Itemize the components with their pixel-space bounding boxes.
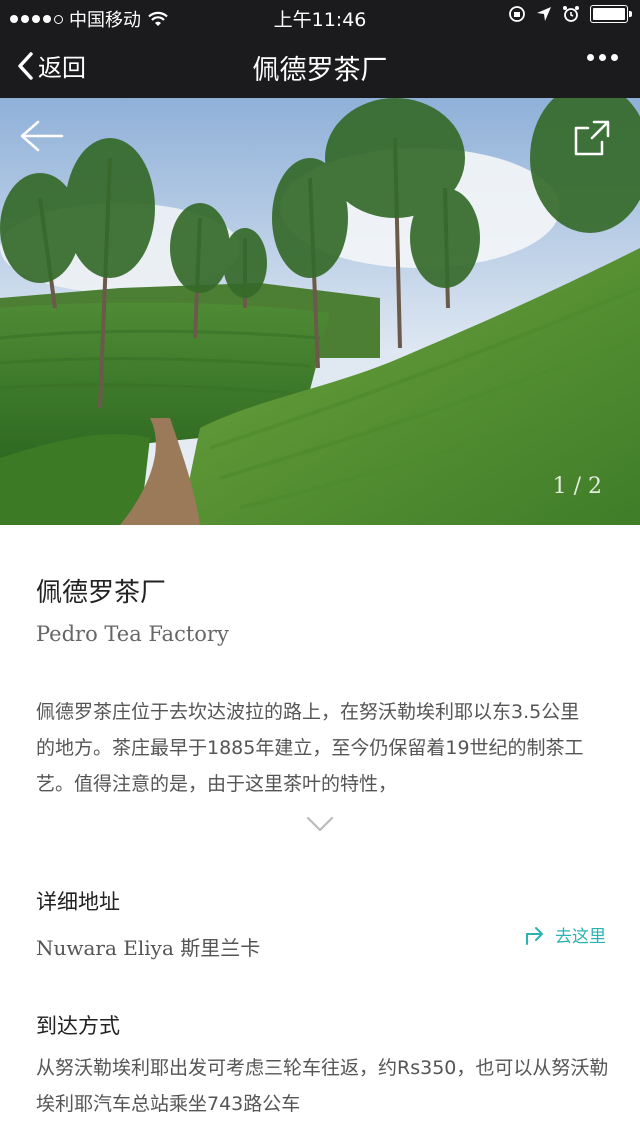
go-here-label: 去这里 bbox=[555, 927, 606, 947]
arrow-left-icon bbox=[20, 120, 64, 152]
chevron-down-icon bbox=[306, 816, 334, 832]
arrival-label: 到达方式 bbox=[36, 1014, 120, 1038]
place-name-en: Pedro Tea Factory bbox=[36, 622, 229, 646]
more-dot bbox=[611, 54, 618, 61]
tea-plantation-photo bbox=[0, 98, 640, 525]
hero-image[interactable]: 1 / 2 bbox=[0, 98, 640, 525]
orientation-lock-icon bbox=[509, 6, 525, 22]
page-title: 佩德罗茶厂 bbox=[252, 55, 388, 86]
address-label: 详细地址 bbox=[36, 890, 120, 914]
battery-icon bbox=[590, 5, 632, 23]
address-value: Nuwara Eliya 斯里兰卡 bbox=[36, 936, 261, 960]
go-here-button[interactable]: 去这里 bbox=[523, 922, 606, 947]
place-name-cn: 佩德罗茶厂 bbox=[36, 578, 167, 608]
turn-right-icon bbox=[526, 926, 543, 945]
location-icon bbox=[537, 7, 551, 21]
more-button[interactable] bbox=[587, 54, 618, 61]
share-button[interactable] bbox=[572, 118, 612, 162]
alarm-icon bbox=[563, 6, 579, 22]
arrival-value: 从努沃勒埃利耶出发可考虑三轮车往返，约Rs350，也可以从努沃勒埃利耶汽车总站乘… bbox=[36, 1057, 609, 1115]
more-dot bbox=[587, 54, 594, 61]
more-dot bbox=[599, 54, 606, 61]
status-icons bbox=[508, 5, 632, 23]
image-back-button[interactable] bbox=[18, 118, 64, 158]
nav-bar: 返回 佩德罗茶厂 bbox=[0, 34, 640, 98]
status-bar: 中国移动 上午11:46 bbox=[0, 0, 640, 34]
expand-button[interactable] bbox=[306, 816, 334, 836]
share-icon bbox=[574, 120, 610, 156]
place-description: 佩德罗茶庄位于去坎达波拉的路上，在努沃勒埃利耶以东3.5公里的地方。茶庄最早于1… bbox=[36, 701, 584, 795]
image-counter: 1 / 2 bbox=[552, 474, 602, 499]
